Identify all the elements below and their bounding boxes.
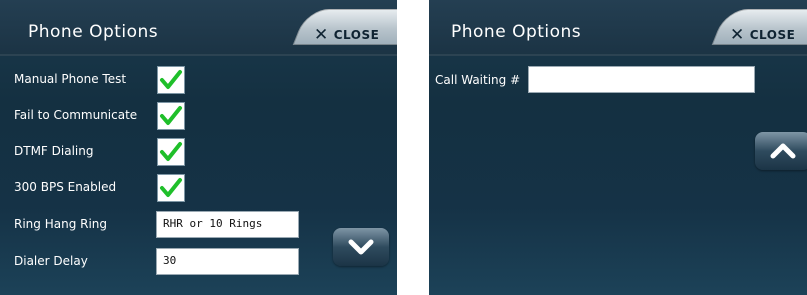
- checkmark-icon: [160, 178, 182, 197]
- chevron-up-icon: [770, 143, 796, 159]
- manual-phone-test-checkbox[interactable]: [157, 66, 185, 94]
- phone-options-screen-right: Phone Options ✕ CLOSE Call Waiting #: [429, 0, 807, 295]
- row-label: 300 BPS Enabled: [14, 180, 117, 194]
- close-button[interactable]: ✕ CLOSE: [314, 24, 379, 46]
- page-title: Phone Options: [451, 22, 582, 42]
- row-label: DTMF Dialing: [14, 144, 94, 158]
- scroll-down-button[interactable]: [333, 228, 389, 266]
- close-label: CLOSE: [333, 28, 380, 42]
- row-label: Manual Phone Test: [14, 72, 127, 86]
- row-label: Dialer Delay: [14, 254, 88, 268]
- dtmf-dialing-checkbox[interactable]: [157, 138, 185, 166]
- ring-hang-ring-field[interactable]: RHR or 10 Rings: [156, 211, 299, 238]
- row-label: Ring Hang Ring: [14, 217, 108, 231]
- row-manual-phone-test: Manual Phone Test: [0, 66, 310, 96]
- phone-options-screen-left: Phone Options ✕ CLOSE Manual Phone Test …: [0, 0, 397, 295]
- row-ring-hang-ring: Ring Hang Ring RHR or 10 Rings: [0, 211, 310, 241]
- row-fail-to-communicate: Fail to Communicate: [0, 102, 310, 132]
- call-waiting-field[interactable]: [528, 66, 755, 93]
- page-title: Phone Options: [28, 22, 159, 42]
- checkmark-icon: [160, 142, 182, 161]
- chevron-down-icon: [348, 239, 374, 255]
- close-label: CLOSE: [749, 28, 796, 42]
- row-dialer-delay: Dialer Delay 30: [0, 248, 310, 278]
- close-icon: ✕: [730, 24, 745, 45]
- 300-bps-enabled-checkbox[interactable]: [157, 174, 185, 202]
- call-waiting-label: Call Waiting #: [435, 73, 521, 87]
- row-300-bps-enabled: 300 BPS Enabled: [0, 174, 310, 204]
- checkmark-icon: [160, 70, 182, 89]
- scroll-up-button[interactable]: [755, 132, 807, 170]
- fail-to-communicate-checkbox[interactable]: [157, 102, 185, 130]
- close-button[interactable]: ✕ CLOSE: [730, 24, 795, 46]
- dialer-delay-field[interactable]: 30: [156, 248, 299, 275]
- row-label: Fail to Communicate: [14, 108, 138, 122]
- close-icon: ✕: [314, 24, 329, 45]
- row-dtmf-dialing: DTMF Dialing: [0, 138, 310, 168]
- checkmark-icon: [160, 106, 182, 125]
